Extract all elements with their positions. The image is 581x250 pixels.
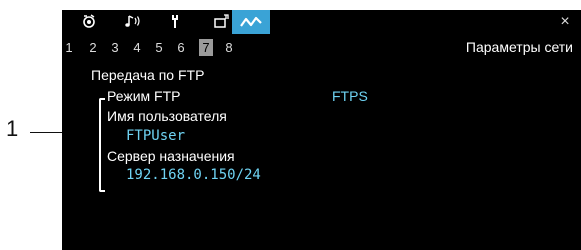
page-6[interactable]: 6	[174, 39, 188, 56]
camera-settings-icon	[81, 13, 97, 29]
tab-audio[interactable]	[114, 10, 152, 32]
menu-tab-bar: ×	[62, 10, 581, 34]
assign-button-icon	[213, 13, 229, 29]
settings-bracket	[99, 98, 105, 192]
tab-setup[interactable]	[158, 10, 196, 32]
tab-camera-settings[interactable]	[70, 10, 108, 32]
page-2[interactable]: 2	[86, 39, 100, 56]
page-3[interactable]: 3	[108, 39, 122, 56]
page-1[interactable]: 1	[62, 39, 76, 56]
server-label[interactable]: Сервер назначения	[107, 148, 235, 165]
tab-network[interactable]	[232, 10, 270, 34]
callout-number: 1	[6, 116, 19, 141]
username-label[interactable]: Имя пользователя	[107, 108, 227, 125]
page-7-current[interactable]: 7	[199, 39, 213, 56]
audio-icon	[124, 13, 142, 29]
ftp-mode-value[interactable]: FTPS	[332, 88, 368, 105]
ftp-mode-label[interactable]: Режим FTP	[107, 88, 181, 105]
page-8[interactable]: 8	[222, 39, 236, 56]
wrench-icon	[169, 13, 185, 29]
camera-menu-screen: × 1 2 3 4 5 6 7 8 Параметры сети Передач…	[62, 10, 581, 250]
close-button[interactable]: ×	[555, 11, 575, 33]
page-title: Параметры сети	[465, 39, 573, 55]
page-4[interactable]: 4	[130, 39, 144, 56]
network-icon	[240, 15, 262, 29]
page-5[interactable]: 5	[152, 39, 166, 56]
server-value[interactable]: 192.168.0.150/24	[126, 167, 261, 184]
username-value[interactable]: FTPUser	[126, 128, 185, 145]
section-title: Передача по FTP	[91, 67, 205, 83]
